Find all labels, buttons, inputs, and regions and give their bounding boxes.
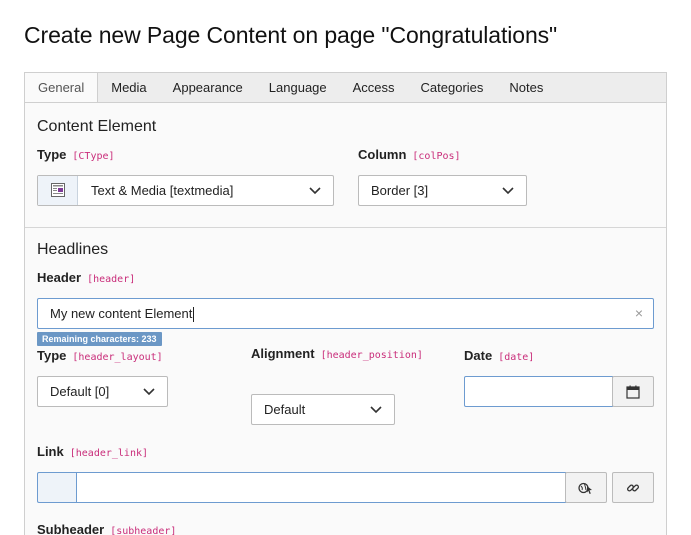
calendar-icon — [626, 385, 640, 399]
chevron-down-icon — [309, 187, 321, 195]
tab-categories[interactable]: Categories — [408, 73, 497, 103]
field-label-colpos: Column [colPos] — [358, 147, 461, 162]
label-text: Subheader — [37, 522, 105, 535]
label-text: Date — [464, 348, 493, 363]
field-label-subheader: Subheader [subheader] — [37, 522, 176, 535]
header-value: My new content Element — [50, 306, 193, 321]
tab-general[interactable]: General — [25, 73, 99, 104]
link-icon — [626, 483, 640, 492]
ctype-icon-box — [38, 176, 78, 205]
field-label-header-position: Alignment [header_position] — [251, 345, 431, 365]
link-browser-icon — [578, 482, 592, 494]
text-media-icon — [51, 183, 65, 197]
field-key: [date] — [498, 352, 535, 363]
field-key: [CType] — [72, 151, 115, 162]
field-key: [header_position] — [320, 350, 423, 361]
tab-bar: General Media Appearance Language Access… — [24, 72, 667, 104]
date-input[interactable] — [464, 376, 613, 407]
field-key: [colPos] — [412, 151, 461, 162]
field-label-header: Header [header] — [37, 270, 135, 285]
label-text: Column — [358, 147, 407, 162]
tab-media[interactable]: Media — [98, 73, 159, 103]
link-prefix-box — [37, 472, 77, 503]
field-label-ctype: Type [CType] — [37, 147, 115, 162]
chevron-down-icon — [502, 187, 514, 195]
ctype-select[interactable]: Text & Media [textmedia] — [37, 175, 334, 206]
field-label-header-layout: Type [header_layout] — [37, 348, 163, 363]
field-key: [header_layout] — [72, 352, 163, 363]
tab-appearance[interactable]: Appearance — [160, 73, 256, 103]
field-label-date: Date [date] — [464, 348, 534, 363]
field-key: [header] — [87, 274, 136, 285]
header-link-input[interactable] — [76, 472, 566, 503]
link-button[interactable] — [612, 472, 654, 503]
label-text: Type — [37, 147, 67, 162]
tab-language[interactable]: Language — [256, 73, 340, 103]
section-title-headlines: Headlines — [37, 241, 109, 258]
clear-icon[interactable]: × — [635, 299, 643, 328]
field-label-header-link: Link [header_link] — [37, 444, 148, 459]
section-title-content-element: Content Element — [37, 118, 157, 135]
label-text: Link — [37, 444, 64, 459]
header-position-value: Default — [264, 402, 306, 417]
colpos-value: Border [3] — [371, 183, 429, 198]
label-text: Header — [37, 270, 82, 285]
label-text: Alignment — [251, 346, 315, 361]
page-title: Create new Page Content on page "Congrat… — [24, 22, 558, 48]
link-browser-button[interactable] — [565, 472, 607, 503]
header-position-select[interactable]: Default — [251, 394, 395, 425]
label-text: Type — [37, 348, 67, 363]
colpos-select[interactable]: Border [3] — [358, 175, 527, 206]
chevron-down-icon — [143, 388, 155, 396]
tab-notes[interactable]: Notes — [496, 73, 556, 103]
tab-access[interactable]: Access — [340, 73, 408, 103]
header-input[interactable]: My new content Element × — [37, 298, 654, 329]
date-picker-button[interactable] — [612, 376, 654, 407]
field-key: [header_link] — [69, 448, 149, 459]
header-layout-value: Default [0] — [50, 384, 110, 399]
text-caret — [193, 307, 195, 323]
remaining-characters-badge: Remaining characters: 233 — [37, 332, 162, 346]
ctype-value: Text & Media [textmedia] — [91, 183, 234, 198]
header-layout-select[interactable]: Default [0] — [37, 376, 168, 407]
field-key: [subheader] — [110, 526, 177, 535]
chevron-down-icon — [370, 406, 382, 414]
section-divider — [25, 227, 666, 228]
